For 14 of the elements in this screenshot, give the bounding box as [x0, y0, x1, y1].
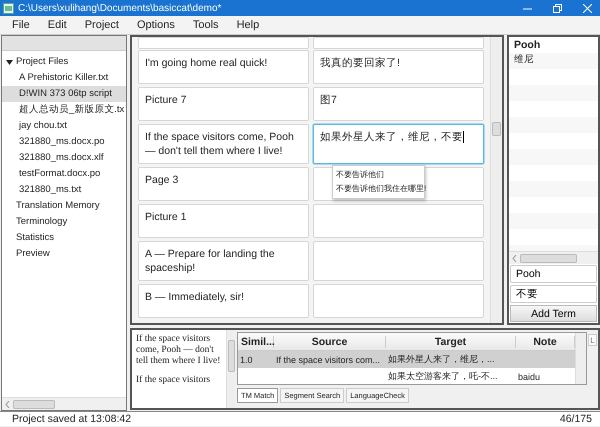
- source-cell: Page 3: [138, 167, 309, 201]
- preview-text: If the space visitors: [136, 375, 212, 386]
- segment-count: 46/175: [560, 413, 592, 425]
- source-cell: B — Immediately, sir!: [138, 284, 309, 318]
- source-cell: Picture 7: [138, 87, 309, 121]
- source-cell: Picture 1: [138, 204, 309, 238]
- preview-text: If the space visitors come, Pooh — don't tell them where I live!: [136, 334, 222, 367]
- window-title: C:\Users\xulihang\Documents\basiccat\demo*: [18, 2, 222, 14]
- source-cell: A — Prepare for landing the spaceship!: [138, 241, 309, 281]
- source-cell: I'm going home real quick!: [138, 50, 309, 84]
- term-translation: 维尼: [513, 53, 535, 67]
- status-message: Project saved at 13:08:42: [12, 413, 132, 425]
- term-text: Pooh: [513, 38, 542, 51]
- source-cell: If the space visitors come, Pooh — don't tell them where I live!: [138, 124, 309, 164]
